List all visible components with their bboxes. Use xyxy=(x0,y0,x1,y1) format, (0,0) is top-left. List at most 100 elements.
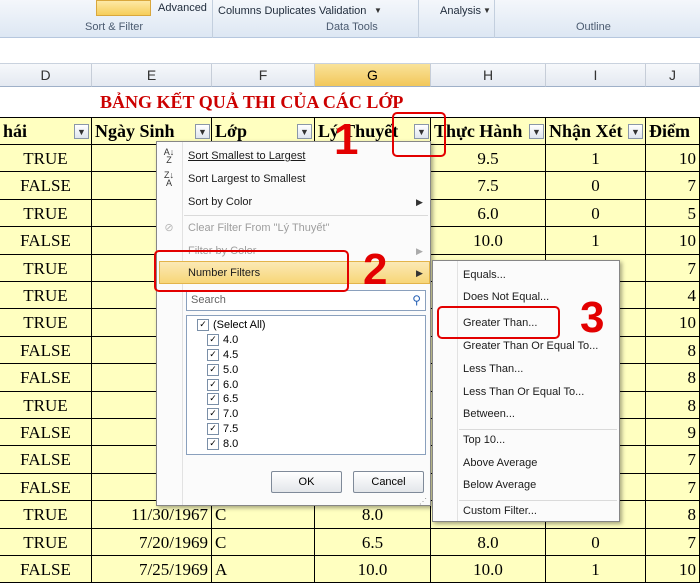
table-cell[interactable]: 7.5 xyxy=(431,172,546,200)
table-cell[interactable]: TRUE xyxy=(0,282,92,310)
data-tools-buttons[interactable]: Columns Duplicates Validation xyxy=(218,5,366,17)
checkbox-checked-icon[interactable]: ✓ xyxy=(207,393,219,406)
filter-list-item[interactable]: ✓ 5.0 xyxy=(207,362,238,377)
filter-dropdown-icon[interactable]: ▼ xyxy=(74,124,89,139)
table-cell[interactable]: 10.0 xyxy=(431,556,546,583)
table-cell[interactable]: 8 xyxy=(646,364,700,392)
sort-by-color-item[interactable]: Sort by Color ▶ xyxy=(157,191,430,213)
table-cell[interactable]: 9.5 xyxy=(431,145,546,173)
submenu-between[interactable]: Between... xyxy=(433,403,619,425)
submenu-less-than-or-equal[interactable]: Less Than Or Equal To... xyxy=(433,381,619,403)
table-cell[interactable]: 10 xyxy=(646,227,700,255)
column-header-j[interactable]: J xyxy=(646,64,700,87)
checkbox-checked-icon[interactable]: ✓ xyxy=(207,348,219,361)
table-cell[interactable]: FALSE xyxy=(0,446,92,474)
table-cell[interactable]: FALSE xyxy=(0,336,92,365)
table-cell[interactable]: 7 xyxy=(646,446,700,474)
table-cell[interactable]: 10 xyxy=(646,309,700,337)
checkbox-checked-icon[interactable]: ✓ xyxy=(207,422,219,435)
table-cell[interactable]: 8.0 xyxy=(431,528,546,556)
table-cell[interactable]: 1 xyxy=(546,145,646,173)
table-cell[interactable]: TRUE xyxy=(0,254,92,282)
table-cell[interactable]: TRUE xyxy=(0,199,92,228)
filter-list-item[interactable]: ✓ 7.0 xyxy=(207,407,238,422)
checkbox-checked-icon[interactable]: ✓ xyxy=(207,378,219,391)
table-cell[interactable]: 8 xyxy=(646,501,700,529)
filter-list-item[interactable]: ✓ 6.5 xyxy=(207,392,238,407)
table-cell[interactable]: 6.5 xyxy=(315,528,431,556)
table-cell[interactable]: 10 xyxy=(646,556,700,583)
table-cell[interactable]: A xyxy=(212,556,315,583)
filter-list-item[interactable]: ✓ 6.0 xyxy=(207,377,238,392)
filter-dropdown-icon[interactable]: ▼ xyxy=(297,124,312,139)
table-cell[interactable]: 8 xyxy=(646,391,700,419)
table-cell[interactable]: FALSE xyxy=(0,227,92,255)
checkbox-checked-icon[interactable]: ✓ xyxy=(207,363,219,376)
table-cell[interactable]: TRUE xyxy=(0,391,92,419)
table-cell[interactable]: FALSE xyxy=(0,473,92,502)
filter-list-item[interactable]: ✓ 7.5 xyxy=(207,422,238,437)
search-input[interactable]: Search ⚲ xyxy=(186,290,426,311)
table-cell[interactable]: 1 xyxy=(546,227,646,255)
resize-grip-icon[interactable]: ⋰ xyxy=(419,497,427,506)
table-cell[interactable]: FALSE xyxy=(0,364,92,392)
table-cell[interactable]: FALSE xyxy=(0,556,92,583)
sort-descending-item[interactable]: Z↓ A Sort Largest to Smallest xyxy=(157,168,430,190)
submenu-custom-filter[interactable]: Custom Filter... xyxy=(433,500,619,522)
analysis-button[interactable]: Analysis xyxy=(440,5,481,17)
filter-dropdown-icon[interactable]: ▼ xyxy=(628,124,643,139)
submenu-less-than[interactable]: Less Than... xyxy=(433,358,619,380)
filter-dropdown-icon[interactable]: ▼ xyxy=(195,124,210,139)
column-header-f[interactable]: F xyxy=(212,64,315,87)
column-header-g[interactable]: G xyxy=(315,64,431,87)
submenu-top-10[interactable]: Top 10... xyxy=(433,429,619,451)
table-cell[interactable]: TRUE xyxy=(0,528,92,556)
table-cell[interactable]: 6.0 xyxy=(431,199,546,228)
table-cell[interactable]: 0 xyxy=(546,172,646,200)
validation-dropdown-icon[interactable]: ▼ xyxy=(374,6,382,15)
filter-list-item[interactable]: ✓ 8.0 xyxy=(207,436,238,451)
table-cell[interactable]: 10 xyxy=(646,145,700,173)
submenu-equals[interactable]: Equals... xyxy=(433,264,619,286)
column-header-h[interactable]: H xyxy=(431,64,546,87)
filter-list-item[interactable]: ✓ (Select All) xyxy=(197,318,266,333)
checkbox-checked-icon[interactable]: ✓ xyxy=(207,437,219,450)
table-cell[interactable]: FALSE xyxy=(0,419,92,447)
table-cell[interactable]: FALSE xyxy=(0,172,92,200)
ok-button[interactable]: OK xyxy=(271,471,342,493)
column-header-e[interactable]: E xyxy=(92,64,212,87)
filter-list-item[interactable]: ✓ 4.0 xyxy=(207,333,238,348)
table-cell[interactable]: 10.0 xyxy=(431,227,546,255)
table-cell[interactable]: 5 xyxy=(646,199,700,228)
checkbox-checked-icon[interactable]: ✓ xyxy=(207,408,219,421)
table-cell[interactable]: TRUE xyxy=(0,309,92,337)
table-cell[interactable]: TRUE xyxy=(0,501,92,529)
column-header-d[interactable]: D xyxy=(0,64,92,87)
table-cell[interactable]: 7/20/1969 xyxy=(92,528,212,556)
table-cell[interactable]: 7 xyxy=(646,528,700,556)
table-cell[interactable]: 8 xyxy=(646,336,700,365)
table-cell[interactable]: 7 xyxy=(646,172,700,200)
table-cell[interactable]: 10.0 xyxy=(315,556,431,583)
filter-dropdown-icon[interactable]: ▼ xyxy=(529,124,544,139)
submenu-above-average[interactable]: Above Average xyxy=(433,452,619,474)
table-cell[interactable]: 7/25/1969 xyxy=(92,556,212,583)
column-header-i[interactable]: I xyxy=(546,64,646,87)
checkbox-checked-icon[interactable]: ✓ xyxy=(207,334,219,347)
checkbox-checked-icon[interactable]: ✓ xyxy=(197,319,209,332)
cancel-button[interactable]: Cancel xyxy=(353,471,424,493)
analysis-dropdown-icon[interactable]: ▼ xyxy=(483,6,491,15)
table-cell[interactable]: 0 xyxy=(546,199,646,228)
table-cell[interactable]: 7 xyxy=(646,254,700,282)
sort-ascending-item[interactable]: A↓ Z Sort Smallest to Largest xyxy=(157,145,430,167)
table-cell[interactable]: 7 xyxy=(646,473,700,502)
advanced-button[interactable]: Advanced xyxy=(158,2,207,14)
table-cell[interactable]: 0 xyxy=(546,528,646,556)
table-cell[interactable]: 4 xyxy=(646,282,700,310)
table-cell[interactable]: 9 xyxy=(646,419,700,447)
filter-list-item[interactable]: ✓ 4.5 xyxy=(207,348,238,363)
table-cell[interactable]: C xyxy=(212,528,315,556)
submenu-below-average[interactable]: Below Average xyxy=(433,474,619,496)
table-cell[interactable]: TRUE xyxy=(0,145,92,173)
table-cell[interactable]: 1 xyxy=(546,556,646,583)
